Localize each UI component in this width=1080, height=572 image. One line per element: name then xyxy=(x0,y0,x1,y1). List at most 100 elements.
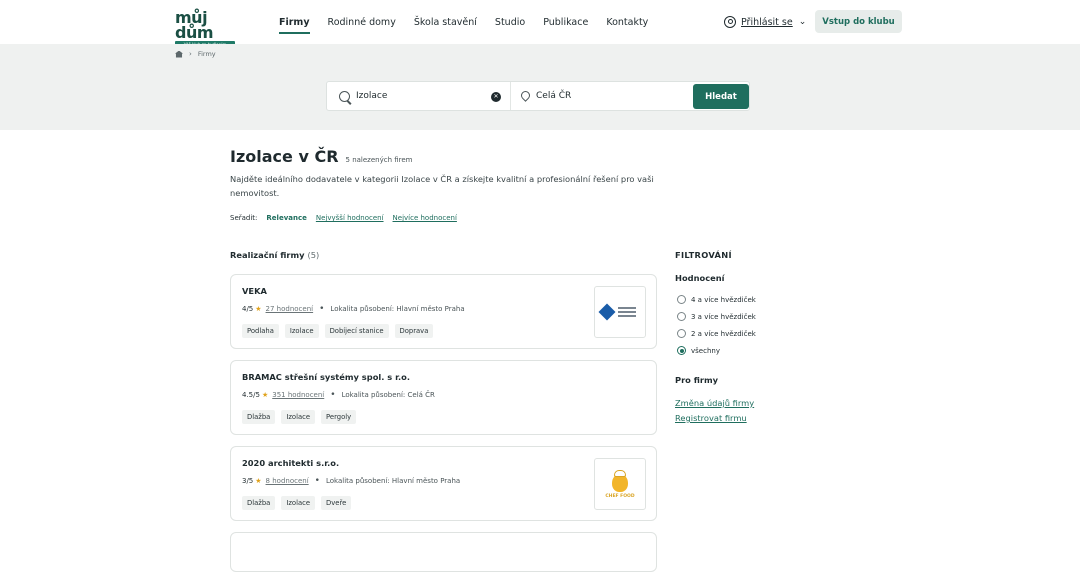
tag-list: Podlaha Izolace Dobíjecí stanice Doprava xyxy=(242,324,439,338)
tag[interactable]: Doprava xyxy=(394,324,434,338)
rating-option-label: 3 a více hvězdiček xyxy=(691,312,756,321)
sort-most-ratings[interactable]: Nejvíce hodnocení xyxy=(393,214,457,222)
login-label: Přihlásit se xyxy=(741,16,793,28)
company-meta: 3/5 ★ 8 hodnocení • Lokalita působení: H… xyxy=(242,476,460,486)
search-icon xyxy=(339,91,350,102)
nav-item-rodinne-domy[interactable]: Rodinné domy xyxy=(328,17,396,34)
nav-item-publikace[interactable]: Publikace xyxy=(543,17,588,34)
breadcrumb-current[interactable]: Firmy xyxy=(198,50,216,58)
rating-score: 4.5/5 xyxy=(242,391,260,399)
star-icon: ★ xyxy=(255,477,262,485)
sort-relevance[interactable]: Relevance xyxy=(266,214,306,222)
tag[interactable]: Izolace xyxy=(281,410,316,424)
register-company-link[interactable]: Registrovat firmu xyxy=(675,413,747,423)
reviews-link[interactable]: 27 hodnocení xyxy=(266,305,314,313)
page-title-row: Izolace v ČR 5 nalezených firem xyxy=(230,147,413,166)
section-title: Realizační firmy (5) xyxy=(230,250,319,260)
company-name[interactable]: 2020 architekti s.r.o. xyxy=(242,458,339,468)
rating-filter-title: Hodnocení xyxy=(675,273,725,283)
tag[interactable]: Dobíjecí stanice xyxy=(324,324,389,338)
reviews-link[interactable]: 8 hodnocení xyxy=(266,477,309,485)
search-hero: › Firmy ✕ Celá ČR Hledat xyxy=(0,44,1080,130)
radio-circle[interactable] xyxy=(677,295,686,304)
rating-option-all[interactable]: všechny xyxy=(677,346,720,355)
rating-option-label: 2 a více hvězdiček xyxy=(691,329,756,338)
club-entry-button[interactable]: Vstup do klubu xyxy=(815,10,902,33)
rating-score: 4/5 xyxy=(242,305,254,313)
logo-text: CHEF FOOD xyxy=(605,493,635,499)
company-meta: 4.5/5 ★ 351 hodnocení • Lokalita působen… xyxy=(242,390,435,400)
company-logo[interactable] xyxy=(594,286,646,338)
company-name[interactable]: BRAMAC střešní systémy spol. s r.o. xyxy=(242,372,410,382)
change-company-link[interactable]: Změna údajů firmy xyxy=(675,398,754,408)
sort-bar: Seřadit: Relevance Nejvyšší hodnocení Ne… xyxy=(230,214,466,222)
reviews-link[interactable]: 351 hodnocení xyxy=(272,391,324,399)
location-select[interactable]: Celá ČR xyxy=(536,91,571,101)
star-icon: ★ xyxy=(255,305,262,313)
tag[interactable]: Pergoly xyxy=(321,410,357,424)
site-logo[interactable]: můj dům Váš klub za bydlením xyxy=(175,10,235,48)
company-card[interactable]: 2020 architekti s.r.o. 3/5 ★ 8 hodnocení… xyxy=(230,446,657,521)
search-button[interactable]: Hledat xyxy=(693,84,749,109)
section-count: (5) xyxy=(307,250,320,260)
filter-title: FILTROVÁNÍ xyxy=(675,250,732,260)
separator-dot: • xyxy=(319,304,325,314)
company-location: Lokalita působení: Hlavní město Praha xyxy=(325,477,461,485)
rating-option-4[interactable]: 4 a více hvězdiček xyxy=(677,295,756,304)
company-card[interactable]: VEKA 4/5 ★ 27 hodnocení • Lokalita působ… xyxy=(230,274,657,349)
company-location: Lokalita působení: Hlavní město Praha xyxy=(330,305,465,313)
pro-firms-title: Pro firmy xyxy=(675,375,719,385)
nav-item-firmy[interactable]: Firmy xyxy=(279,17,310,34)
company-meta: 4/5 ★ 27 hodnocení • Lokalita působení: … xyxy=(242,304,465,314)
separator-dot: • xyxy=(314,476,320,486)
breadcrumb: › Firmy xyxy=(175,50,216,58)
rating-option-3[interactable]: 3 a více hvězdiček xyxy=(677,312,756,321)
logo-text: můj dům xyxy=(175,8,214,42)
rating-option-2[interactable]: 2 a více hvězdiček xyxy=(677,329,756,338)
tag[interactable]: Dveře xyxy=(321,496,352,510)
tag[interactable]: Dlažba xyxy=(242,410,276,424)
separator-dot: • xyxy=(330,390,336,400)
radio-circle[interactable] xyxy=(677,329,686,338)
page-title: Izolace v ČR xyxy=(230,147,339,166)
company-logo[interactable]: CHEF FOOD xyxy=(594,458,646,510)
chevron-down-icon: ⌄ xyxy=(798,17,807,27)
search-bar: ✕ Celá ČR Hledat xyxy=(326,81,750,111)
nav-item-studio[interactable]: Studio xyxy=(495,17,525,34)
company-card[interactable]: BRAMAC střešní systémy spol. s r.o. 4.5/… xyxy=(230,360,657,435)
location-pin-icon xyxy=(519,89,532,102)
veka-logo-icon xyxy=(598,303,639,321)
section-title-text: Realizační firmy xyxy=(230,250,305,260)
tag[interactable]: Izolace xyxy=(281,496,316,510)
company-card[interactable] xyxy=(230,532,657,572)
sort-highest-rating[interactable]: Nejvyšší hodnocení xyxy=(316,214,384,222)
site-header: můj dům Váš klub za bydlením Firmy Rodin… xyxy=(0,0,1080,48)
search-input[interactable] xyxy=(356,91,486,101)
rating-option-label: všechny xyxy=(691,346,720,355)
search-divider xyxy=(510,82,511,110)
radio-circle[interactable] xyxy=(677,312,686,321)
results-count: 5 nalezených firem xyxy=(345,156,413,164)
company-location: Lokalita působení: Celá ČR xyxy=(341,391,435,399)
tag[interactable]: Izolace xyxy=(284,324,319,338)
tag[interactable]: Dlažba xyxy=(242,496,276,510)
login-button[interactable]: Přihlásit se ⌄ xyxy=(724,16,806,28)
rating-score: 3/5 xyxy=(242,477,254,485)
nav-item-kontakty[interactable]: Kontakty xyxy=(606,17,648,34)
company-name[interactable]: VEKA xyxy=(242,286,267,296)
chevron-right-icon: › xyxy=(189,50,192,58)
tag-list: Dlažba Izolace Dveře xyxy=(242,496,357,510)
rating-option-label: 4 a více hvězdiček xyxy=(691,295,756,304)
main-nav: Firmy Rodinné domy Škola stavění Studio … xyxy=(279,17,666,34)
sort-label: Seřadit: xyxy=(230,214,258,222)
nav-item-skola-staveni[interactable]: Škola stavění xyxy=(414,17,477,34)
star-icon: ★ xyxy=(261,391,269,399)
user-icon xyxy=(724,16,736,28)
clear-icon[interactable]: ✕ xyxy=(491,91,501,102)
tag[interactable]: Podlaha xyxy=(242,324,279,338)
page-description: Najděte ideálního dodavatele v kategorii… xyxy=(230,174,654,198)
radio-circle-checked[interactable] xyxy=(677,346,686,355)
chef-logo-icon: CHEF FOOD xyxy=(605,469,635,499)
home-icon[interactable] xyxy=(175,50,183,58)
tag-list: Dlažba Izolace Pergoly xyxy=(242,410,362,424)
